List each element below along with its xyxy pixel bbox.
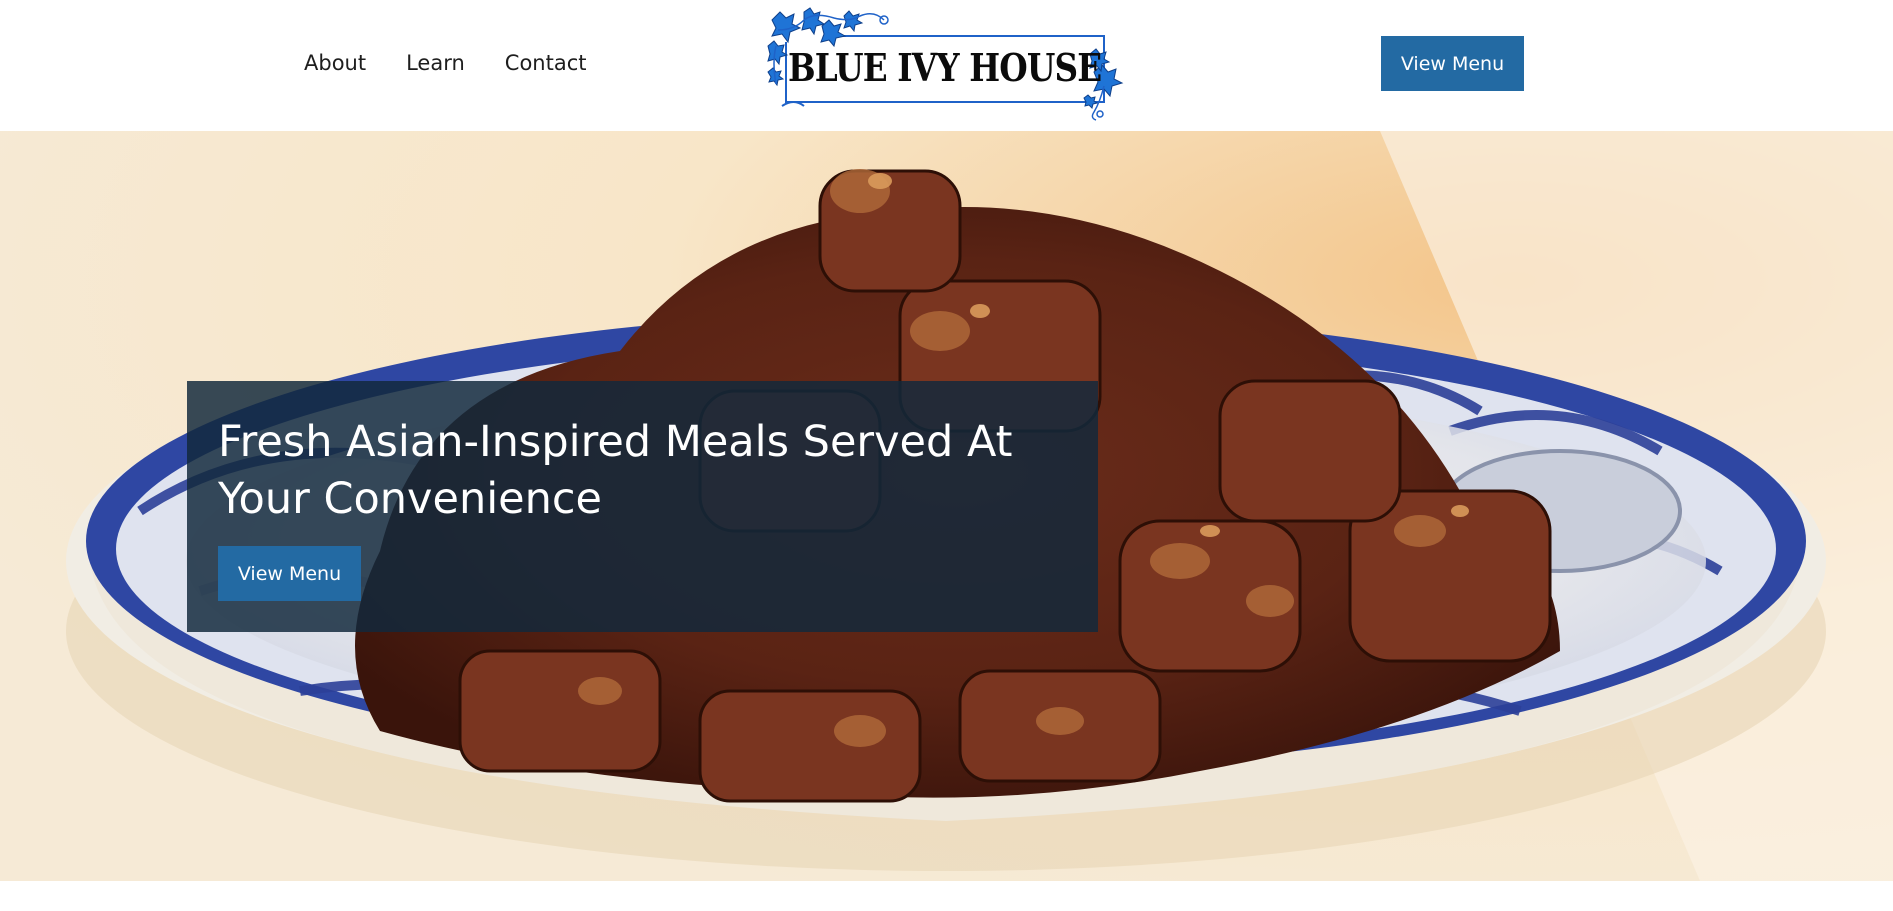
- hero-view-menu-button[interactable]: View Menu: [218, 546, 361, 601]
- nav-link-about[interactable]: About: [304, 48, 366, 78]
- logo-wordmark: BLUE IVY HOUSE: [788, 45, 1102, 90]
- nav-link-contact[interactable]: Contact: [505, 48, 587, 78]
- nav-link-learn[interactable]: Learn: [406, 48, 465, 78]
- header-view-menu-button[interactable]: View Menu: [1381, 36, 1524, 91]
- main-nav: About Learn Contact: [304, 48, 627, 78]
- site-logo[interactable]: BLUE IVY HOUSE: [764, 6, 1126, 123]
- hero-section: Fresh Asian-Inspired Meals Served At You…: [0, 131, 1893, 881]
- hero-title: Fresh Asian-Inspired Meals Served At You…: [218, 417, 1013, 524]
- site-header: About Learn Contact BLUE IVY HOUSE View …: [0, 0, 1893, 131]
- page-bottom-strip: [0, 881, 1893, 911]
- hero-overlay-panel: Fresh Asian-Inspired Meals Served At You…: [187, 381, 1098, 632]
